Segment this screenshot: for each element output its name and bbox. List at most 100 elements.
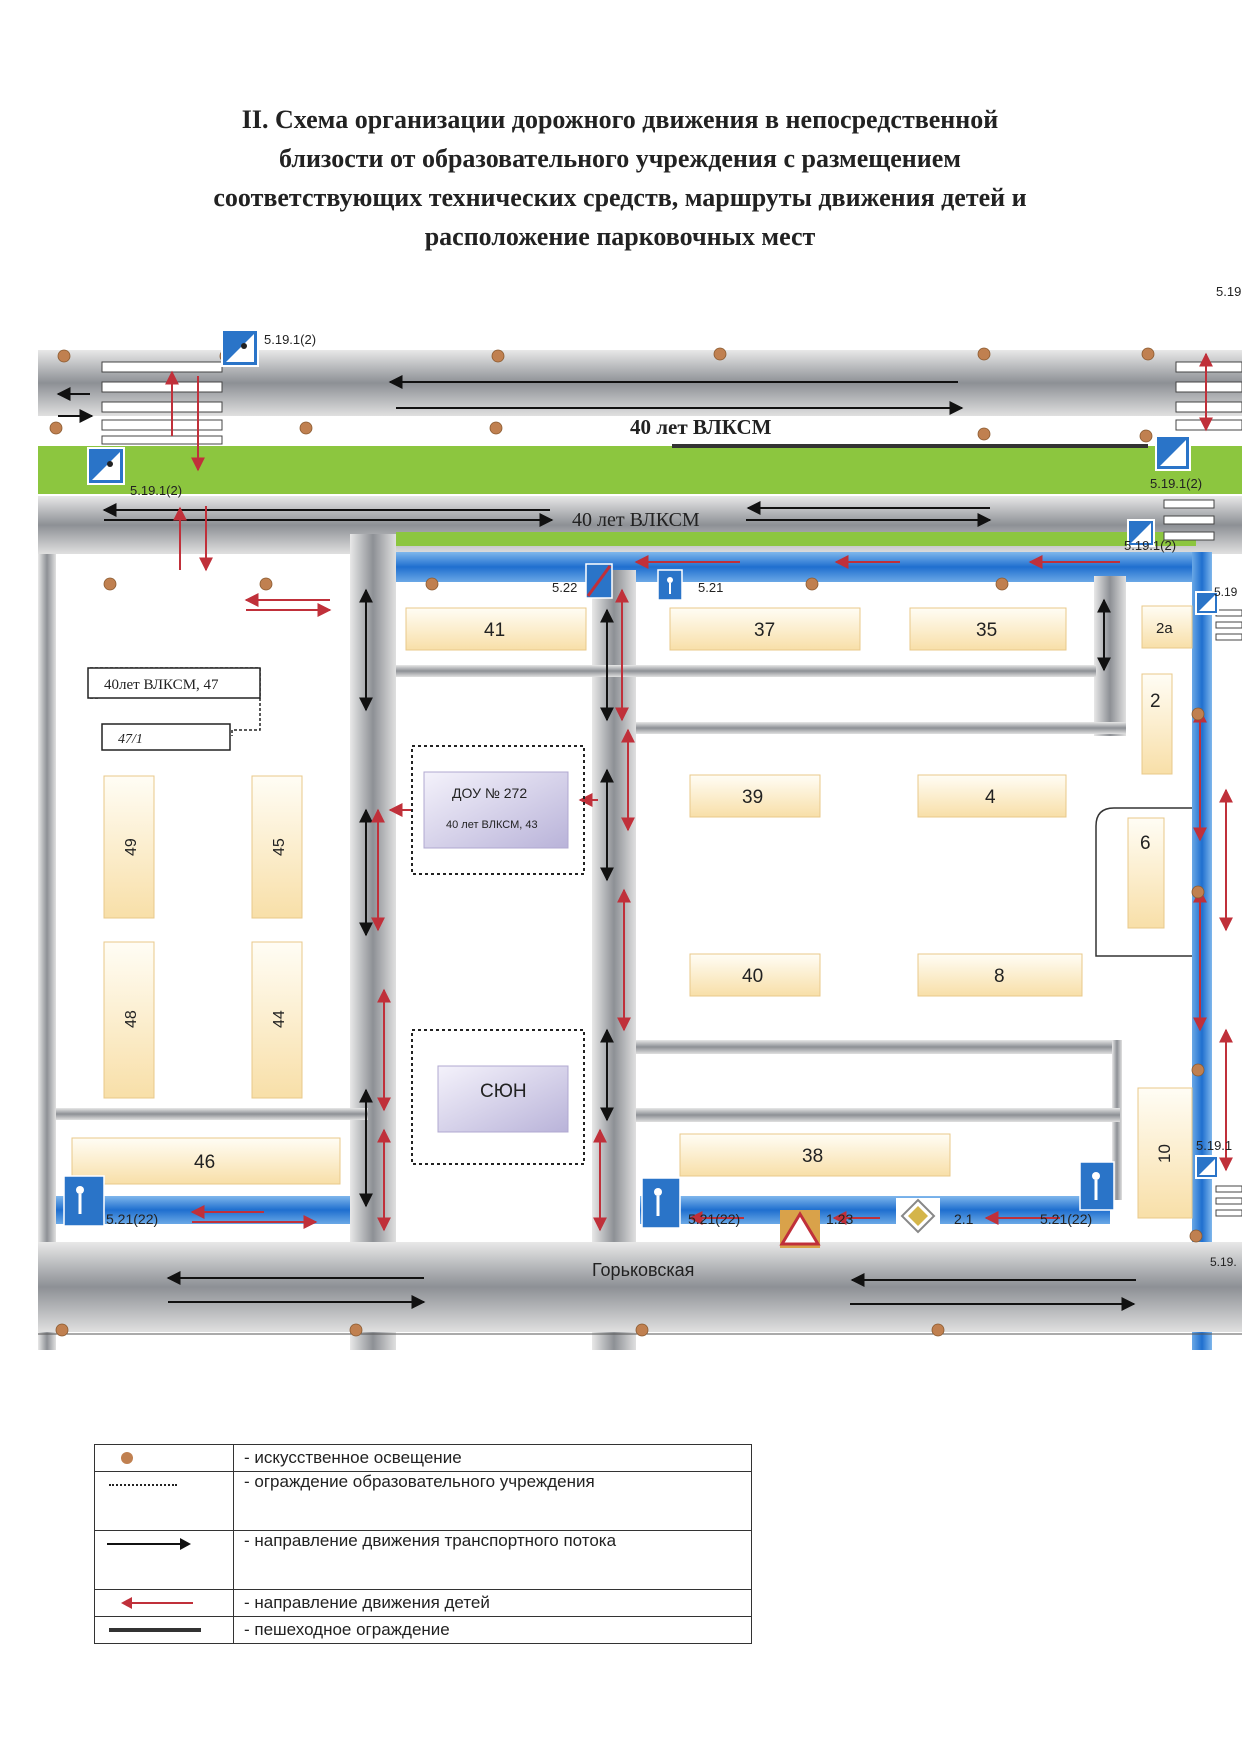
legend-row: - направление движения детей [94,1589,752,1617]
black-arrow-icon [107,1538,191,1550]
pedestrian-zone-sign-icon [1079,1161,1115,1211]
building-10: 10 [1137,1087,1193,1219]
building-44: 44 [251,941,303,1099]
building-48-label: 48 [123,1010,140,1028]
grass-strip-2 [396,532,1196,546]
building-40: 40 [689,953,821,997]
sidewalk-top [396,552,1196,582]
house-47-1-label: 47/1 [118,732,143,747]
building-4-label: 4 [985,787,996,808]
street-label-bottom: Горьковская [592,1260,694,1280]
sign-code-top-left-b: 5.19.1(2) [130,483,182,498]
sign-code-bottom-mid: 5.21(22) [688,1211,740,1227]
building-4: 4 [917,774,1067,818]
sign-code-right-a: 5.19.1(2) [1150,476,1202,491]
building-37: 37 [669,607,861,651]
title-line-2: близости от образовательного учреждения … [279,144,961,173]
driveway-2 [636,722,1126,734]
sign-code-123: 1.23 [826,1211,853,1227]
building-38: 38 [679,1133,951,1177]
building-46: 46 [71,1137,341,1185]
building-49: 49 [103,775,155,919]
building-37-label: 37 [754,620,775,641]
legend-row: - искусственное освещение [94,1444,752,1472]
children-warning-sign-icon [779,1210,821,1248]
legend-symbol [94,1530,234,1590]
fence-line-icon [109,1628,201,1632]
driveway-3 [636,1040,1120,1054]
house-47-label: 40лет ВЛКСМ, 47 [104,677,219,693]
building-45-label: 45 [271,838,288,856]
crosswalk-sign-icon [221,329,259,367]
building-10-label: 10 [1155,1144,1174,1163]
building-41-label: 41 [484,620,505,641]
road-left-vertical [38,554,56,1350]
sign-code-bottom-right: 5.21(22) [1040,1211,1092,1227]
legend-text: - направление движения детей [233,1589,752,1617]
building-8-label: 8 [994,966,1005,987]
house-47: 40лет ВЛКСМ, 47 47/1 [87,667,261,751]
grass-strip [38,446,1242,494]
road-bottom [38,1242,1242,1332]
sign-code-right-c: 5.19 [1214,585,1238,599]
crosswalk-sign-icon [87,447,125,485]
crosswalk-sign-icon [1155,435,1191,471]
legend-table: - искусственное освещение - ограждение о… [94,1444,752,1644]
street-label-top: 40 лет ВЛКСМ [630,415,772,439]
legend-text: - искусственное освещение [233,1444,752,1472]
title-line-3: соответствующих технических средств, мар… [213,183,1027,212]
building-6-label: 6 [1140,833,1151,854]
syun-label: СЮН [480,1081,527,1102]
crosswalk-right-side [1215,609,1242,1217]
building-2a: 2а [1141,605,1193,649]
legend-row: - пешеходное ограждение [94,1616,752,1644]
building-41: 41 [405,607,587,651]
sign-code-right-e: 5.19. [1210,1255,1237,1269]
legend-row: - направление движения транспортного пот… [94,1530,752,1590]
building-39: 39 [689,774,821,818]
legend-symbol [94,1616,234,1644]
building-49-label: 49 [123,838,140,856]
legend-text: - пешеходное ограждение [233,1616,752,1644]
sign-code-top-left-a: 5.19.1(2) [264,332,316,347]
red-arrow-icon [121,1597,193,1609]
building-39-label: 39 [742,787,763,808]
sign-code-right-b: 5.19.1(2) [1124,538,1176,553]
road-vertical-2 [592,570,636,1350]
crosswalk-sign-icon [1195,1155,1219,1179]
pedestrian-zone-sign-icon [63,1175,105,1227]
driveway-1 [396,665,1096,677]
driveway-5 [56,1108,368,1120]
driveway-4 [636,1108,1120,1122]
road-vertical-3 [1094,576,1126,736]
dou-name: ДОУ № 272 [452,785,527,801]
legend-symbol [94,1589,234,1617]
building-40-label: 40 [742,966,763,987]
traffic-map: 40 лет ВЛКСМ 40 лет ВЛКСМ Горьковская 41… [38,284,1242,1350]
lighting-dot-icon [121,1452,133,1464]
page-title: II. Схема организации дорожного движения… [80,100,1160,256]
legend-text: - ограждение образовательного учреждения [233,1471,752,1531]
building-46-label: 46 [194,1152,215,1173]
street-label-inner: 40 лет ВЛКСМ [572,509,700,531]
building-35-label: 35 [976,620,997,641]
building-35: 35 [909,607,1067,651]
dou-address: 40 лет ВЛКСМ, 43 [446,819,538,831]
building-2: 2 [1141,673,1173,775]
building-38-label: 38 [802,1146,823,1167]
building-44-label: 44 [271,1010,288,1028]
sign-code-right-d: 5.19.1 [1196,1138,1232,1153]
building-2a-label: 2а [1156,620,1173,637]
legend-symbol [94,1444,234,1472]
title-line-1: II. Схема организации дорожного движения… [241,105,999,134]
sign-code-21: 2.1 [954,1211,974,1227]
building-2-label: 2 [1150,691,1161,712]
dou-272: ДОУ № 272 40 лет ВЛКСМ, 43 [411,745,585,875]
sign-code-bottom-left: 5.21(22) [106,1211,158,1227]
building-6: 6 [1127,817,1165,929]
building-8: 8 [917,953,1083,997]
building-45: 45 [251,775,303,919]
sign-code-right-top: 5.19 [1216,284,1241,299]
main-road-sign-icon [896,1198,940,1234]
legend-text: - направление движения транспортного пот… [233,1530,752,1590]
